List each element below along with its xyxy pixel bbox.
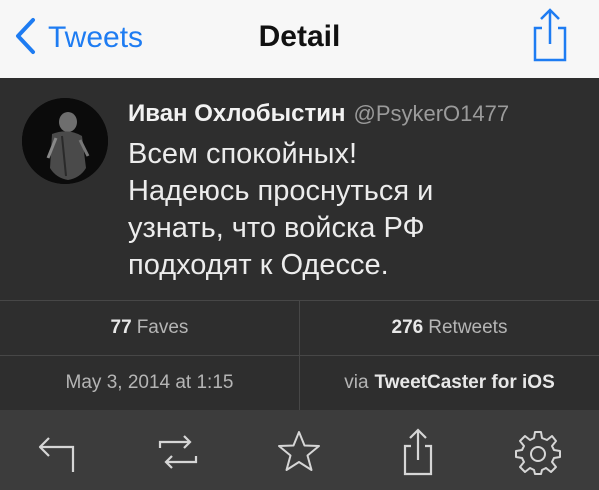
tweet-text-line: Надеюсь проснуться и <box>128 175 434 207</box>
via-label: via <box>344 371 369 393</box>
tweet-text-line: Всем спокойных! <box>128 138 358 170</box>
page-title: Detail <box>258 20 341 53</box>
faves-label: Faves <box>136 316 189 338</box>
retweets-count-button[interactable]: 276 Retweets <box>300 300 599 355</box>
tweet-stats: 77 Faves 276 Retweets May 3, 2014 at 1:1… <box>0 300 599 410</box>
retweets-label: Retweets <box>428 316 508 338</box>
author-name[interactable]: Иван Охлобыстин <box>128 100 345 127</box>
tweet-text: Всем спокойных! Надеюсь проснуться и узн… <box>128 136 578 284</box>
navigation-bar: Tweets Detail <box>0 0 599 78</box>
action-toolbar <box>0 410 599 490</box>
share-icon <box>394 428 442 480</box>
author-handle[interactable]: @PsykerO1477 <box>353 101 509 126</box>
faves-count-button[interactable]: 77 Faves <box>0 300 299 355</box>
favorite-button[interactable] <box>275 428 323 476</box>
settings-gear-icon <box>514 431 562 480</box>
tweet-text-line: узнать, что войска РФ <box>128 212 425 244</box>
tweet-header: Иван Охлобыстин @PsykerO1477 <box>128 100 509 128</box>
retweet-icon <box>154 435 202 480</box>
tweet-source[interactable]: via TweetCaster for iOS <box>300 355 599 410</box>
tweet-text-line: подходят к Одессе. <box>128 249 389 281</box>
faves-count: 77 <box>110 316 132 338</box>
retweet-button[interactable] <box>154 428 202 476</box>
share-button[interactable] <box>527 6 573 64</box>
source-app-name: TweetCaster for iOS <box>374 371 555 393</box>
share-button[interactable] <box>394 428 442 476</box>
tweet-timestamp: May 3, 2014 at 1:15 <box>65 371 234 393</box>
share-icon <box>527 8 573 68</box>
tweet-date: May 3, 2014 at 1:15 <box>0 355 299 410</box>
retweets-count: 276 <box>391 316 424 338</box>
favorite-star-icon <box>275 431 323 480</box>
settings-button[interactable] <box>514 428 562 476</box>
tweet-card: Иван Охлобыстин @PsykerO1477 Всем спокойн… <box>0 78 599 300</box>
reply-button[interactable] <box>36 428 84 476</box>
avatar[interactable] <box>22 98 108 184</box>
reply-icon <box>36 437 84 480</box>
